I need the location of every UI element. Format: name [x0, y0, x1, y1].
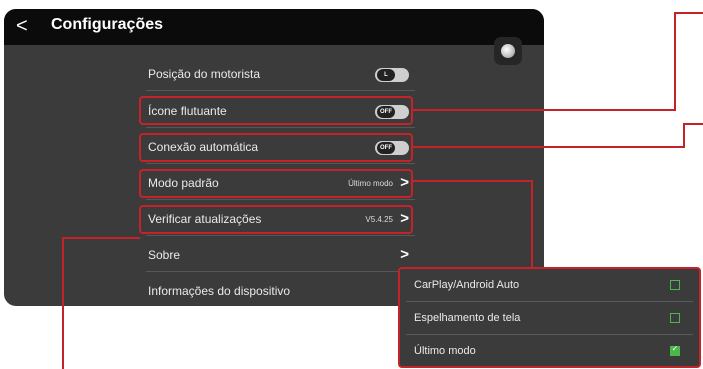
page-title: Configurações: [51, 16, 164, 33]
option-label: Último modo: [414, 345, 476, 357]
checkbox[interactable]: [670, 313, 680, 323]
floating-ball-icon: [501, 44, 515, 58]
check-icon: ✓: [671, 344, 679, 353]
mode-option-mirroring[interactable]: Espelhamento de tela: [400, 302, 699, 335]
toggle-knob: L: [377, 69, 395, 81]
callout-line: [531, 180, 533, 268]
setting-about[interactable]: Sobre >: [146, 240, 415, 272]
callout-line: [62, 237, 140, 239]
setting-label: Sobre: [148, 248, 181, 262]
highlight-check-updates: [139, 205, 413, 234]
mode-option-last-mode[interactable]: Último modo ✓: [400, 335, 699, 366]
chevron-right-icon: >: [400, 246, 409, 263]
setting-driver-position[interactable]: Posição do motorista L: [146, 59, 415, 91]
callout-line: [413, 146, 685, 148]
option-label: Espelhamento de tela: [414, 312, 521, 324]
callout-line: [674, 12, 703, 14]
divider: [146, 90, 415, 91]
option-label: CarPlay/Android Auto: [414, 279, 520, 291]
driver-position-toggle[interactable]: L: [375, 68, 409, 82]
back-button[interactable]: <: [16, 13, 28, 39]
highlight-auto-connect: [139, 133, 413, 162]
divider: [146, 235, 415, 236]
divider: [146, 199, 415, 200]
callout-line: [683, 123, 685, 148]
default-mode-options: CarPlay/Android Auto Espelhamento de tel…: [398, 267, 701, 368]
checkbox[interactable]: [670, 280, 680, 290]
floating-icon[interactable]: [494, 37, 522, 65]
callout-line: [683, 123, 703, 125]
callout-line: [413, 180, 533, 182]
divider: [146, 271, 415, 272]
highlight-default-mode: [139, 169, 413, 198]
setting-device-info[interactable]: Informações do dispositivo >: [146, 276, 415, 306]
divider: [146, 163, 415, 164]
setting-label: Informações do dispositivo: [148, 284, 291, 298]
highlight-floating-icon: [139, 96, 413, 125]
checkbox-checked[interactable]: ✓: [670, 344, 680, 356]
mode-option-carplay[interactable]: CarPlay/Android Auto: [400, 269, 699, 302]
callout-line: [62, 237, 64, 369]
divider: [146, 127, 415, 128]
setting-label: Posição do motorista: [148, 67, 261, 81]
title-bar: < Configurações: [4, 9, 544, 45]
callout-line: [413, 109, 676, 111]
callout-line: [674, 12, 676, 111]
